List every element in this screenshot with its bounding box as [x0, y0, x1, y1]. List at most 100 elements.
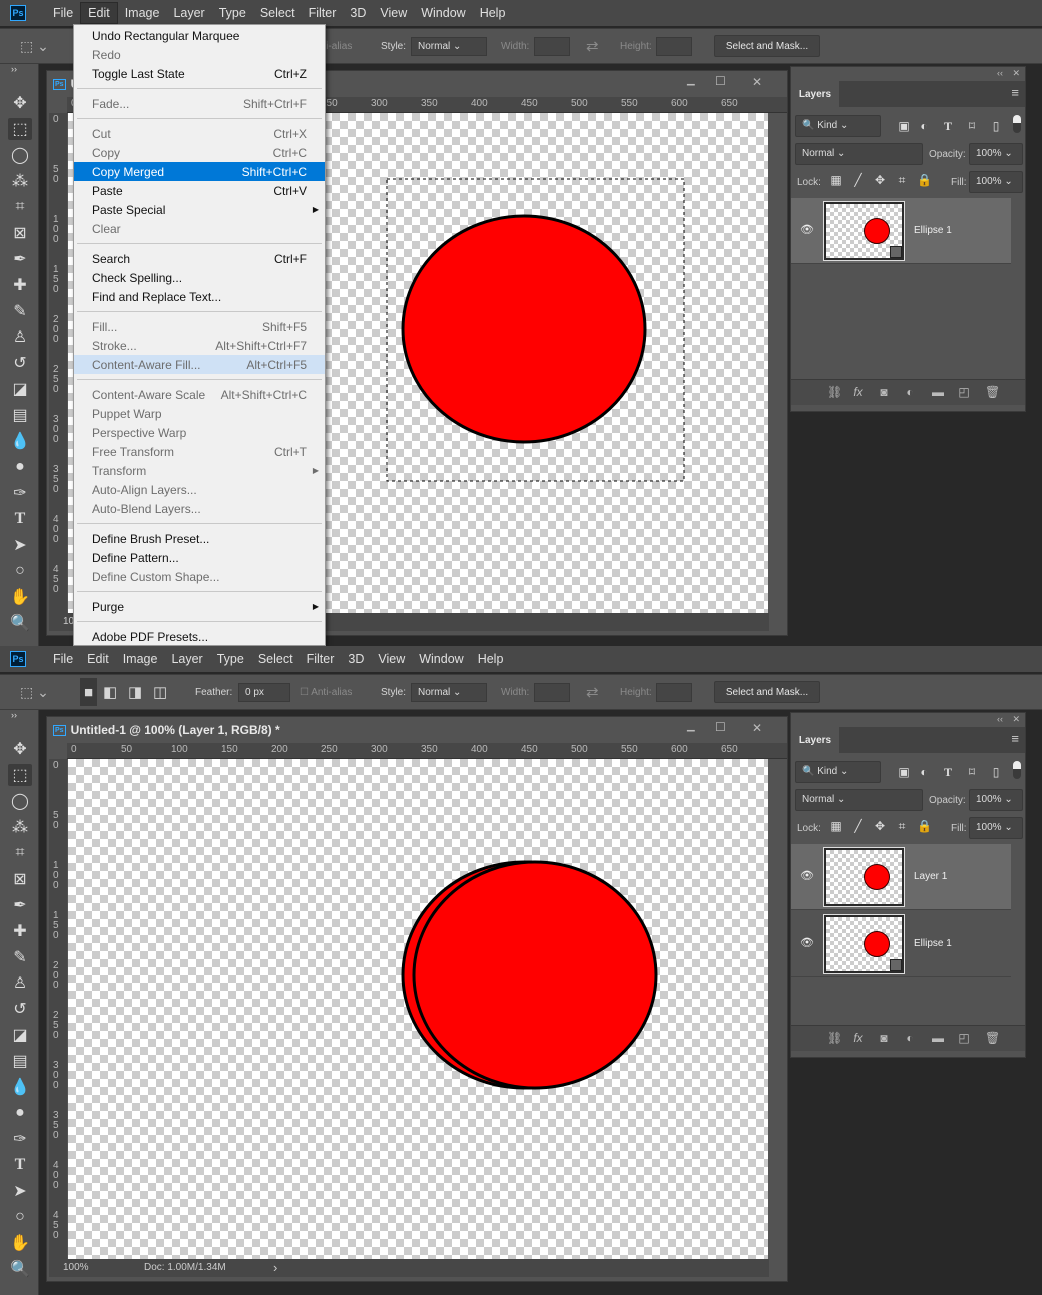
crop-icon[interactable]: ⌗: [8, 196, 32, 218]
intersect-selection-icon[interactable]: ◫: [153, 675, 167, 709]
height-input[interactable]: [656, 683, 692, 702]
dodge-icon[interactable]: ●: [8, 456, 32, 478]
filter-adjustment-icon[interactable]: ◐: [917, 765, 931, 779]
marquee-preset-icon[interactable]: ⬚ ⌄: [20, 29, 49, 63]
width-input[interactable]: [534, 683, 570, 702]
lock-artboard-icon[interactable]: ⌗: [895, 819, 909, 834]
menu-type[interactable]: Type: [210, 649, 251, 669]
layer-name[interactable]: Layer 1: [914, 871, 947, 882]
lock-artboard-icon[interactable]: ⌗: [895, 173, 909, 188]
doc-info[interactable]: Doc: 1.00M/1.34M: [144, 1262, 226, 1273]
brush-icon[interactable]: ✎: [8, 946, 32, 968]
minimize-button[interactable]: ▁: [687, 721, 695, 732]
menu-edit[interactable]: Edit: [80, 649, 116, 669]
style-select[interactable]: Normal ⌄: [411, 37, 487, 56]
lasso-icon[interactable]: ◯: [8, 790, 32, 812]
menu-layer[interactable]: Layer: [164, 649, 209, 669]
add-mask-icon[interactable]: ◙: [877, 1031, 891, 1045]
menu-item-redo[interactable]: Redo: [74, 45, 325, 64]
menu-type[interactable]: Type: [212, 3, 253, 23]
menu-item-undo-rectangular-marquee[interactable]: Undo Rectangular Marquee: [74, 26, 325, 45]
rectangular-marquee-icon[interactable]: ⬚: [8, 118, 32, 140]
lock-pixels-icon[interactable]: ╱: [851, 173, 865, 187]
magic-wand-icon[interactable]: ⁂: [8, 170, 32, 192]
close-panel-icon[interactable]: ✕: [1012, 714, 1020, 725]
swap-icon[interactable]: ⇄: [586, 675, 599, 709]
clone-stamp-icon[interactable]: ♙: [8, 326, 32, 348]
frame-icon[interactable]: ⊠: [8, 222, 32, 244]
layer-row[interactable]: 👁 Ellipse 1: [791, 198, 1011, 264]
menu-select[interactable]: Select: [253, 3, 302, 23]
path-selection-icon[interactable]: ➤: [8, 534, 32, 556]
dodge-icon[interactable]: ●: [8, 1102, 32, 1124]
menu-item-define-brush-preset[interactable]: Define Brush Preset...: [74, 529, 325, 548]
path-selection-icon[interactable]: ➤: [8, 1180, 32, 1202]
new-layer-icon[interactable]: ◰: [957, 385, 971, 399]
opacity-input[interactable]: 100% ⌄: [969, 143, 1023, 165]
eyedropper-icon[interactable]: ✒: [8, 894, 32, 916]
menu-item-toggle-last-state[interactable]: Toggle Last State Ctrl+Z: [74, 64, 325, 83]
filter-pixel-icon[interactable]: ▣: [897, 119, 911, 133]
adjustment-layer-icon[interactable]: ◐: [903, 385, 917, 399]
fx-icon[interactable]: fx: [851, 385, 865, 399]
move-icon[interactable]: ✥: [8, 738, 32, 760]
document-tab[interactable]: Ps Untitled-1 @ 100% (Layer 1, RGB/8) *: [47, 717, 787, 743]
layer-name[interactable]: Ellipse 1: [914, 938, 952, 949]
blur-icon[interactable]: 💧: [8, 430, 32, 452]
filter-toggle[interactable]: [1013, 761, 1021, 779]
gradient-icon[interactable]: ▤: [8, 404, 32, 426]
status-arrow-icon[interactable]: ›: [273, 1260, 277, 1275]
healing-brush-icon[interactable]: ✚: [8, 920, 32, 942]
add-mask-icon[interactable]: ◙: [877, 385, 891, 399]
menu-view[interactable]: View: [373, 3, 414, 23]
fx-icon[interactable]: fx: [851, 1031, 865, 1045]
width-input[interactable]: [534, 37, 570, 56]
menu-item-find-and-replace-text[interactable]: Find and Replace Text...: [74, 287, 325, 306]
link-layers-icon[interactable]: ⛓: [827, 385, 842, 399]
menu-item-content-aware-fill[interactable]: Content-Aware Fill... Alt+Ctrl+F5: [74, 355, 325, 374]
ellipse-icon[interactable]: ○: [8, 1206, 32, 1228]
menu-filter[interactable]: Filter: [300, 649, 342, 669]
menu-item-perspective-warp[interactable]: Perspective Warp: [74, 423, 325, 442]
lasso-icon[interactable]: ◯: [8, 144, 32, 166]
canvas[interactable]: [68, 759, 768, 1259]
feather-input[interactable]: 0 px: [238, 683, 290, 702]
menu-view[interactable]: View: [371, 649, 412, 669]
filter-adjustment-icon[interactable]: ◐: [917, 119, 931, 133]
menu-item-search[interactable]: Search Ctrl+F: [74, 249, 325, 268]
hand-icon[interactable]: ✋: [8, 1232, 32, 1254]
menu-item-auto-align-layers[interactable]: Auto-Align Layers...: [74, 480, 325, 499]
frame-icon[interactable]: ⊠: [8, 868, 32, 890]
menu-file[interactable]: File: [46, 649, 80, 669]
menu-3d[interactable]: 3D: [343, 3, 373, 23]
maximize-button[interactable]: ☐: [715, 74, 726, 88]
lock-position-icon[interactable]: ✥: [873, 173, 887, 187]
menu-item-clear[interactable]: Clear: [74, 219, 325, 238]
menu-item-paste-special[interactable]: Paste Special ▶: [74, 200, 325, 219]
filter-smart-object-icon[interactable]: ▯: [989, 765, 1003, 779]
healing-brush-icon[interactable]: ✚: [8, 274, 32, 296]
zoom-icon[interactable]: 🔍: [8, 612, 32, 634]
menu-select[interactable]: Select: [251, 649, 300, 669]
move-icon[interactable]: ✥: [8, 92, 32, 114]
menu-item-content-aware-scale[interactable]: Content-Aware Scale Alt+Shift+Ctrl+C: [74, 385, 325, 404]
history-brush-icon[interactable]: ↺: [8, 998, 32, 1020]
filter-shape-icon[interactable]: ⌑: [965, 765, 979, 779]
type-icon[interactable]: T: [8, 1154, 32, 1176]
opacity-input[interactable]: 100% ⌄: [969, 789, 1023, 811]
menu-item-transform[interactable]: Transform ▶: [74, 461, 325, 480]
close-button[interactable]: ✕: [752, 721, 762, 735]
menu-item-define-custom-shape[interactable]: Define Custom Shape...: [74, 567, 325, 586]
collapse-icon[interactable]: ››: [2, 710, 26, 720]
filter-pixel-icon[interactable]: ▣: [897, 765, 911, 779]
collapse-icon[interactable]: ››: [2, 64, 26, 74]
menu-item-paste[interactable]: Paste Ctrl+V: [74, 181, 325, 200]
lock-position-icon[interactable]: ✥: [873, 819, 887, 833]
eyedropper-icon[interactable]: ✒: [8, 248, 32, 270]
blend-mode-select[interactable]: Normal ⌄: [795, 143, 923, 165]
tab-layers[interactable]: Layers: [791, 727, 839, 753]
eraser-icon[interactable]: ◪: [8, 1024, 32, 1046]
filter-type-icon[interactable]: T: [941, 119, 955, 134]
filter-shape-icon[interactable]: ⌑: [965, 119, 979, 133]
close-panel-icon[interactable]: ✕: [1012, 68, 1020, 79]
